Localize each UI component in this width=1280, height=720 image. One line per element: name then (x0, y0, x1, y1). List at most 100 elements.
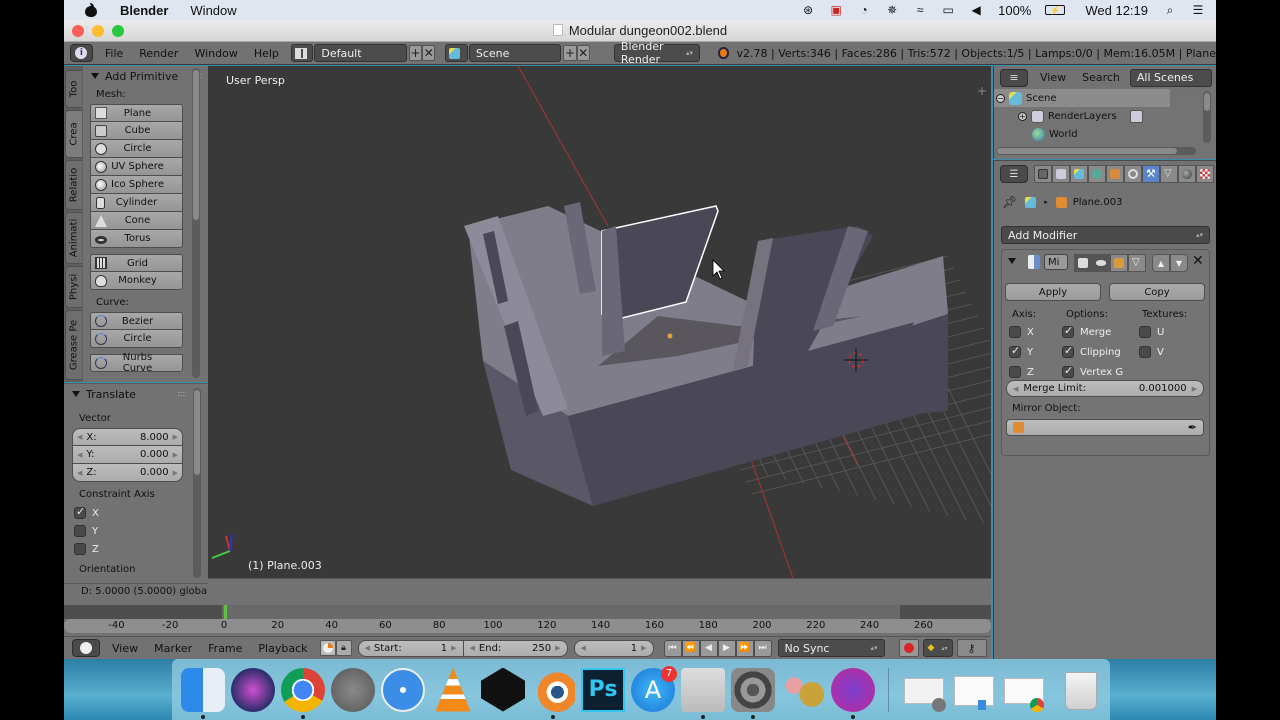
textures-u-checkbox[interactable]: U (1139, 326, 1164, 338)
scrollbar-thumb[interactable] (193, 70, 199, 220)
3d-viewport[interactable]: User Persp (1) Plane.003 + (208, 66, 991, 578)
outliner-display-filter[interactable]: All Scenes (1129, 68, 1212, 87)
editor-type-button[interactable]: i (70, 44, 93, 62)
render-layer-toggle-icon[interactable] (1130, 109, 1143, 123)
auto-keyframe-record-icon[interactable] (898, 639, 919, 657)
decrement-arrow-icon[interactable]: ◀ (77, 451, 82, 459)
screen-record-icon[interactable]: ▣ (828, 3, 844, 17)
trash[interactable] (1059, 668, 1103, 712)
pin-icon[interactable]: 📌︎ (1002, 195, 1017, 209)
scrollbar-thumb[interactable] (1204, 93, 1210, 111)
editmode-toggle-icon[interactable] (1110, 254, 1128, 272)
scene-selector-button[interactable] (445, 44, 468, 62)
outliner-search-menu[interactable]: Search (1082, 71, 1120, 84)
minimized-chrome-window[interactable] (1002, 668, 1046, 712)
collapse-triangle-icon[interactable] (1008, 258, 1016, 264)
increment-arrow-icon[interactable]: ▶ (173, 451, 178, 459)
operator-panel-scrollbar[interactable] (193, 388, 201, 578)
render-toggle-icon[interactable] (1074, 254, 1092, 272)
tab-tools[interactable]: Too (65, 70, 82, 108)
increment-arrow-icon[interactable]: ▶ (173, 469, 178, 477)
constraint-y-checkbox[interactable]: Y (64, 522, 208, 540)
texture-tab-icon[interactable] (1196, 165, 1214, 183)
world-tab-icon[interactable] (1088, 165, 1106, 183)
add-scene-button[interactable]: + (563, 45, 577, 61)
play-icon[interactable]: ▶ (717, 639, 736, 657)
checkbox-icon[interactable] (1062, 344, 1074, 358)
current-frame-indicator[interactable] (223, 605, 227, 619)
minimized-finder-window[interactable] (952, 668, 996, 712)
merge-limit-field[interactable]: ◀ Merge Limit: 0.001000 ▶ (1006, 380, 1204, 397)
options-clipping-checkbox[interactable]: Clipping (1062, 344, 1121, 358)
creative-cloud-icon[interactable]: ⊛ (800, 3, 816, 17)
timeline-frame-menu[interactable]: Frame (208, 642, 242, 655)
properties-editor-type-button[interactable]: ☰ (1000, 165, 1028, 183)
add-bezier-button[interactable]: Bezier (90, 312, 183, 330)
decrement-arrow-icon[interactable]: ◀ (77, 433, 82, 441)
render-layers-tab-icon[interactable] (1052, 165, 1070, 183)
viewport-scene[interactable] (208, 66, 991, 578)
delete-layout-button[interactable]: ✕ (422, 45, 436, 61)
timeline-editor-type-button[interactable] (72, 639, 100, 657)
data-tab-icon[interactable]: ▽ (1160, 165, 1178, 183)
expand-icon[interactable]: + (1018, 111, 1027, 121)
move-up-icon[interactable]: ▲ (1152, 254, 1170, 272)
collapse-icon[interactable]: − (996, 93, 1005, 103)
decrement-arrow-icon[interactable]: ◀ (470, 644, 475, 652)
decrement-arrow-icon[interactable]: ◀ (1013, 385, 1018, 393)
increment-arrow-icon[interactable]: ▶ (173, 433, 178, 441)
volume-icon[interactable]: ◀ (968, 3, 984, 17)
wifi-icon[interactable]: ≈ (912, 3, 928, 17)
menu-window[interactable]: Window (190, 3, 236, 18)
vector-y-field[interactable]: ◀ Y: 0.000 ▶ (72, 446, 183, 464)
decrement-arrow-icon[interactable]: ◀ (581, 644, 586, 652)
tab-grease-pencil[interactable]: Grease Pe (65, 310, 82, 380)
timeline-view-menu[interactable]: View (112, 642, 138, 655)
menu-help[interactable]: Help (254, 47, 279, 60)
drag-grip-icon[interactable] (178, 392, 186, 396)
checkbox-icon[interactable] (1062, 324, 1074, 338)
notification-list-icon[interactable]: ☰ (1190, 3, 1206, 17)
checkbox-icon[interactable] (74, 525, 86, 537)
scrollbar-thumb[interactable] (997, 148, 1177, 154)
scene-name-field[interactable]: Scene (468, 44, 562, 62)
current-frame-field[interactable]: ◀ 1 ▶ (573, 639, 654, 657)
outliner-item-renderlayers[interactable]: + RenderLayers (994, 107, 1216, 125)
tool-shelf-scrollbar[interactable] (192, 68, 200, 378)
add-monkey-button[interactable]: Monkey (90, 272, 183, 290)
jump-to-end-icon[interactable]: ⏭ (753, 639, 772, 657)
add-nurbs-curve-button[interactable]: Nurbs Curve (90, 352, 183, 374)
copy-button[interactable]: Copy (1109, 283, 1205, 301)
minimized-system-preferences-window[interactable] (902, 668, 946, 712)
preview-range-icon[interactable] (319, 640, 336, 656)
options-vertex-g-checkbox[interactable]: Vertex G (1062, 364, 1123, 378)
render-tab-icon[interactable] (1034, 165, 1052, 183)
menu-file[interactable]: File (105, 47, 123, 60)
outliner-vscroll[interactable] (1203, 91, 1211, 143)
add-layout-button[interactable]: + (408, 45, 423, 61)
timeline[interactable]: -40 -20 0 20 40 60 80 100 120 140 160 180 200 220 240 2… (64, 599, 991, 636)
outliner-hscroll[interactable] (996, 147, 1196, 155)
checkbox-icon[interactable] (1062, 364, 1074, 378)
dock-app-screenflow[interactable] (831, 667, 875, 719)
material-tab-icon[interactable] (1178, 165, 1196, 183)
scene-tab-icon[interactable] (1070, 165, 1088, 183)
dock-app-blender[interactable] (531, 667, 575, 719)
keying-mode-select[interactable]: ◆ ▴▾ (922, 639, 953, 657)
checkbox-icon[interactable] (74, 543, 86, 555)
timeline-playback-menu[interactable]: Playback (258, 642, 307, 655)
outliner-editor-type-button[interactable]: ≡ (1000, 68, 1028, 87)
add-uv-sphere-button[interactable]: UV Sphere (90, 158, 183, 176)
axis-y-checkbox[interactable]: Y (1009, 344, 1033, 358)
timeline-scrollbar[interactable] (64, 619, 991, 633)
axis-z-checkbox[interactable]: Z (1009, 366, 1034, 378)
apply-button[interactable]: Apply (1005, 283, 1101, 301)
add-primitive-header[interactable]: Add Primitive (83, 66, 208, 86)
start-frame-field[interactable]: ◀ Start: 1 ▶ (357, 639, 464, 657)
menu-render[interactable]: Render (139, 47, 178, 60)
cage-toggle-icon[interactable]: ▽ (1128, 254, 1146, 272)
add-modifier-select[interactable]: Add Modifier ▴▾ (1001, 226, 1210, 244)
eyedropper-icon[interactable]: ✒ (1188, 421, 1197, 434)
move-down-icon[interactable]: ▼ (1170, 254, 1188, 272)
textures-v-checkbox[interactable]: V (1139, 346, 1164, 358)
